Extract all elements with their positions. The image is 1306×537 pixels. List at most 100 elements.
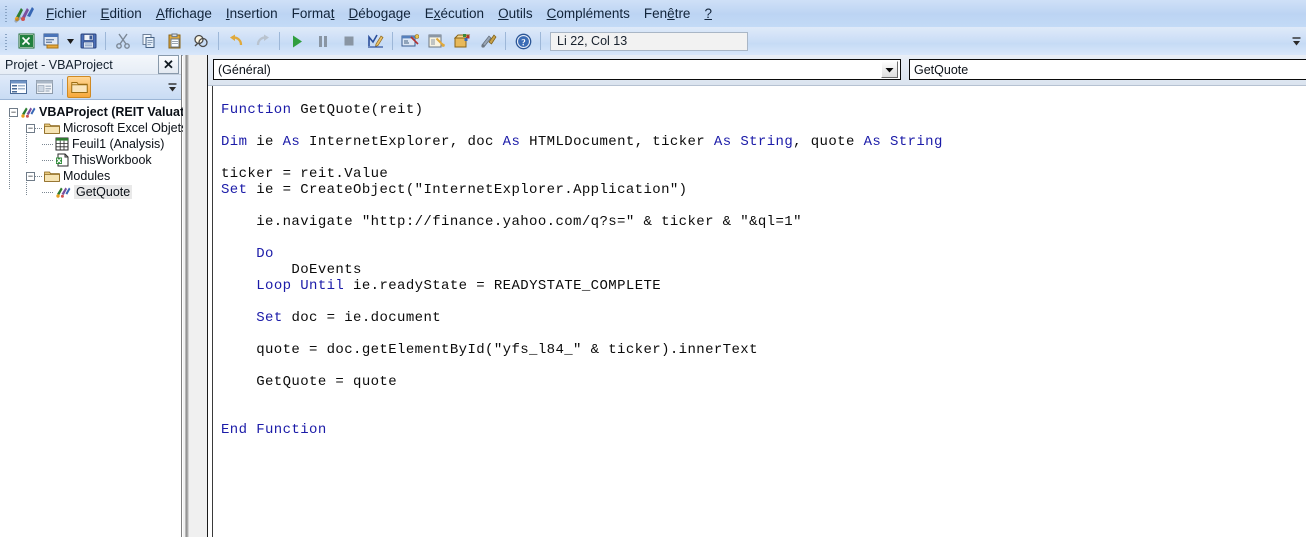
close-icon[interactable]: ✕ bbox=[158, 55, 179, 74]
menu-bar: Fichier Edition Affichage Insertion Format Dé… bbox=[0, 0, 1306, 28]
tree-item-modules[interactable]: − Modules bbox=[4, 168, 181, 184]
code-line: Set ie = CreateObject("InternetExplorer.… bbox=[221, 182, 688, 198]
vba-editor-window: Fichier Edition Affichage Insertion Format Dé… bbox=[0, 0, 1306, 537]
tree-item-getquote[interactable]: GetQuote bbox=[4, 184, 181, 200]
panel-splitter[interactable] bbox=[183, 55, 208, 537]
menu-drag-grip[interactable] bbox=[3, 4, 11, 23]
tree-item-label: ThisWorkbook bbox=[72, 153, 152, 167]
expand-collapse-icon[interactable]: − bbox=[26, 171, 35, 181]
cursor-position-status: Li 22, Col 13 bbox=[550, 31, 748, 51]
toolbar-separator bbox=[279, 32, 280, 50]
chevron-down-icon[interactable] bbox=[881, 61, 898, 78]
menu-item-affichage[interactable]: Affichage bbox=[149, 3, 219, 25]
menu-item-compl-ments[interactable]: Compléments bbox=[540, 3, 637, 25]
object-browser-icon[interactable] bbox=[450, 29, 474, 53]
undo-icon[interactable] bbox=[224, 29, 248, 53]
menu-item-ex-cution[interactable]: Exécution bbox=[418, 3, 491, 25]
menu-item-format[interactable]: Format bbox=[285, 3, 342, 25]
toolbar-drag-grip[interactable] bbox=[3, 32, 10, 50]
tree-item-feuil1[interactable]: Feuil1 (Analysis) bbox=[4, 136, 181, 152]
expand-collapse-icon[interactable]: − bbox=[26, 123, 35, 133]
code-line: quote = doc.getElementById("yfs_l84_" & … bbox=[221, 342, 758, 358]
help-icon[interactable]: ? bbox=[511, 29, 535, 53]
code-editor-area[interactable]: Function GetQuote(reit) Dim ie As Intern… bbox=[208, 86, 1306, 537]
run-icon[interactable] bbox=[285, 29, 309, 53]
paste-icon[interactable] bbox=[163, 29, 187, 53]
view-code-button[interactable] bbox=[6, 76, 30, 98]
code-window-dropdown-bar: (Général) GetQuote bbox=[208, 55, 1306, 86]
design-mode-icon[interactable] bbox=[363, 29, 387, 53]
margin-indicator-bar[interactable] bbox=[208, 86, 213, 537]
tree-connector bbox=[42, 143, 53, 145]
project-explorer-icon[interactable] bbox=[398, 29, 422, 53]
menu-item-d-bogage[interactable]: Débogage bbox=[341, 3, 417, 25]
menu-item-[interactable]: ? bbox=[697, 3, 719, 25]
insert-userform-icon[interactable] bbox=[40, 29, 64, 53]
code-window: (Général) GetQuote Function GetQuote(rei… bbox=[208, 55, 1306, 537]
menu-item-fichier[interactable]: Fichier bbox=[39, 3, 94, 25]
svg-text:?: ? bbox=[521, 37, 526, 47]
pause-icon[interactable] bbox=[311, 29, 335, 53]
toolbar-separator bbox=[392, 32, 393, 50]
tree-connector bbox=[42, 159, 53, 161]
toolbar-separator bbox=[218, 32, 219, 50]
splitter-bar bbox=[185, 55, 189, 537]
menu-item-fen-tre[interactable]: Fenêtre bbox=[637, 3, 698, 25]
redo-icon[interactable] bbox=[250, 29, 274, 53]
cut-icon[interactable] bbox=[111, 29, 135, 53]
project-toolbar-separator bbox=[62, 79, 63, 95]
view-object-button[interactable] bbox=[32, 76, 56, 98]
insert-dropdown-arrow-icon[interactable] bbox=[65, 30, 75, 52]
toolbar-separator bbox=[505, 32, 506, 50]
code-line: Loop Until ie.readyState = READYSTATE_CO… bbox=[256, 278, 662, 294]
menu-item-insertion[interactable]: Insertion bbox=[219, 3, 285, 25]
project-explorer-title: Projet - VBAProject bbox=[5, 57, 113, 72]
menu-item-outils[interactable]: Outils bbox=[491, 3, 540, 25]
expand-collapse-icon[interactable]: − bbox=[9, 107, 18, 117]
procedure-dropdown[interactable]: GetQuote bbox=[909, 59, 1306, 80]
copy-icon[interactable] bbox=[137, 29, 161, 53]
code-text: Function GetQuote(reit) Dim ie As Intern… bbox=[221, 86, 943, 438]
object-dropdown[interactable]: (Général) bbox=[213, 59, 901, 80]
project-explorer-toolbar bbox=[0, 75, 181, 100]
tree-connector bbox=[35, 127, 42, 129]
tree-item-excel-objects[interactable]: − Microsoft Excel Objets bbox=[4, 120, 187, 136]
code-line: Dim ie As InternetExplorer, doc As HTMLD… bbox=[221, 134, 943, 150]
worksheet-icon bbox=[55, 137, 69, 151]
procedure-dropdown-value: GetQuote bbox=[914, 62, 969, 77]
project-toolbar-overflow-icon[interactable] bbox=[168, 82, 177, 93]
code-line: ie.navigate "http://finance.yahoo.com/q?… bbox=[221, 214, 802, 230]
object-dropdown-value: (Général) bbox=[218, 62, 271, 77]
code-line: ticker = reit.Value bbox=[221, 166, 389, 182]
toolbar-overflow-icon[interactable] bbox=[1291, 30, 1302, 52]
code-line: DoEvents bbox=[221, 262, 362, 278]
menu-item-edition[interactable]: Edition bbox=[94, 3, 149, 25]
find-icon[interactable] bbox=[189, 29, 213, 53]
toolbox-icon[interactable] bbox=[476, 29, 500, 53]
tree-item-label: Feuil1 (Analysis) bbox=[72, 137, 165, 151]
tree-item-label: GetQuote bbox=[74, 185, 133, 199]
tree-connector bbox=[35, 175, 42, 177]
toolbar-separator bbox=[540, 32, 541, 50]
module-icon bbox=[55, 185, 71, 199]
toggle-folders-button[interactable] bbox=[67, 76, 91, 98]
folder-icon bbox=[44, 122, 60, 135]
code-line: Function GetQuote(reit) bbox=[221, 102, 424, 118]
project-explorer-titlebar[interactable]: Projet - VBAProject ✕ bbox=[0, 55, 181, 75]
view-excel-icon[interactable] bbox=[14, 29, 38, 53]
tree-item-thisworkbook[interactable]: ThisWorkbook bbox=[4, 152, 181, 168]
save-icon[interactable] bbox=[76, 29, 100, 53]
tree-item-vbaproject[interactable]: − VBAProject (REIT Valuat bbox=[4, 104, 184, 120]
properties-window-icon[interactable] bbox=[424, 29, 448, 53]
stop-icon[interactable] bbox=[337, 29, 361, 53]
